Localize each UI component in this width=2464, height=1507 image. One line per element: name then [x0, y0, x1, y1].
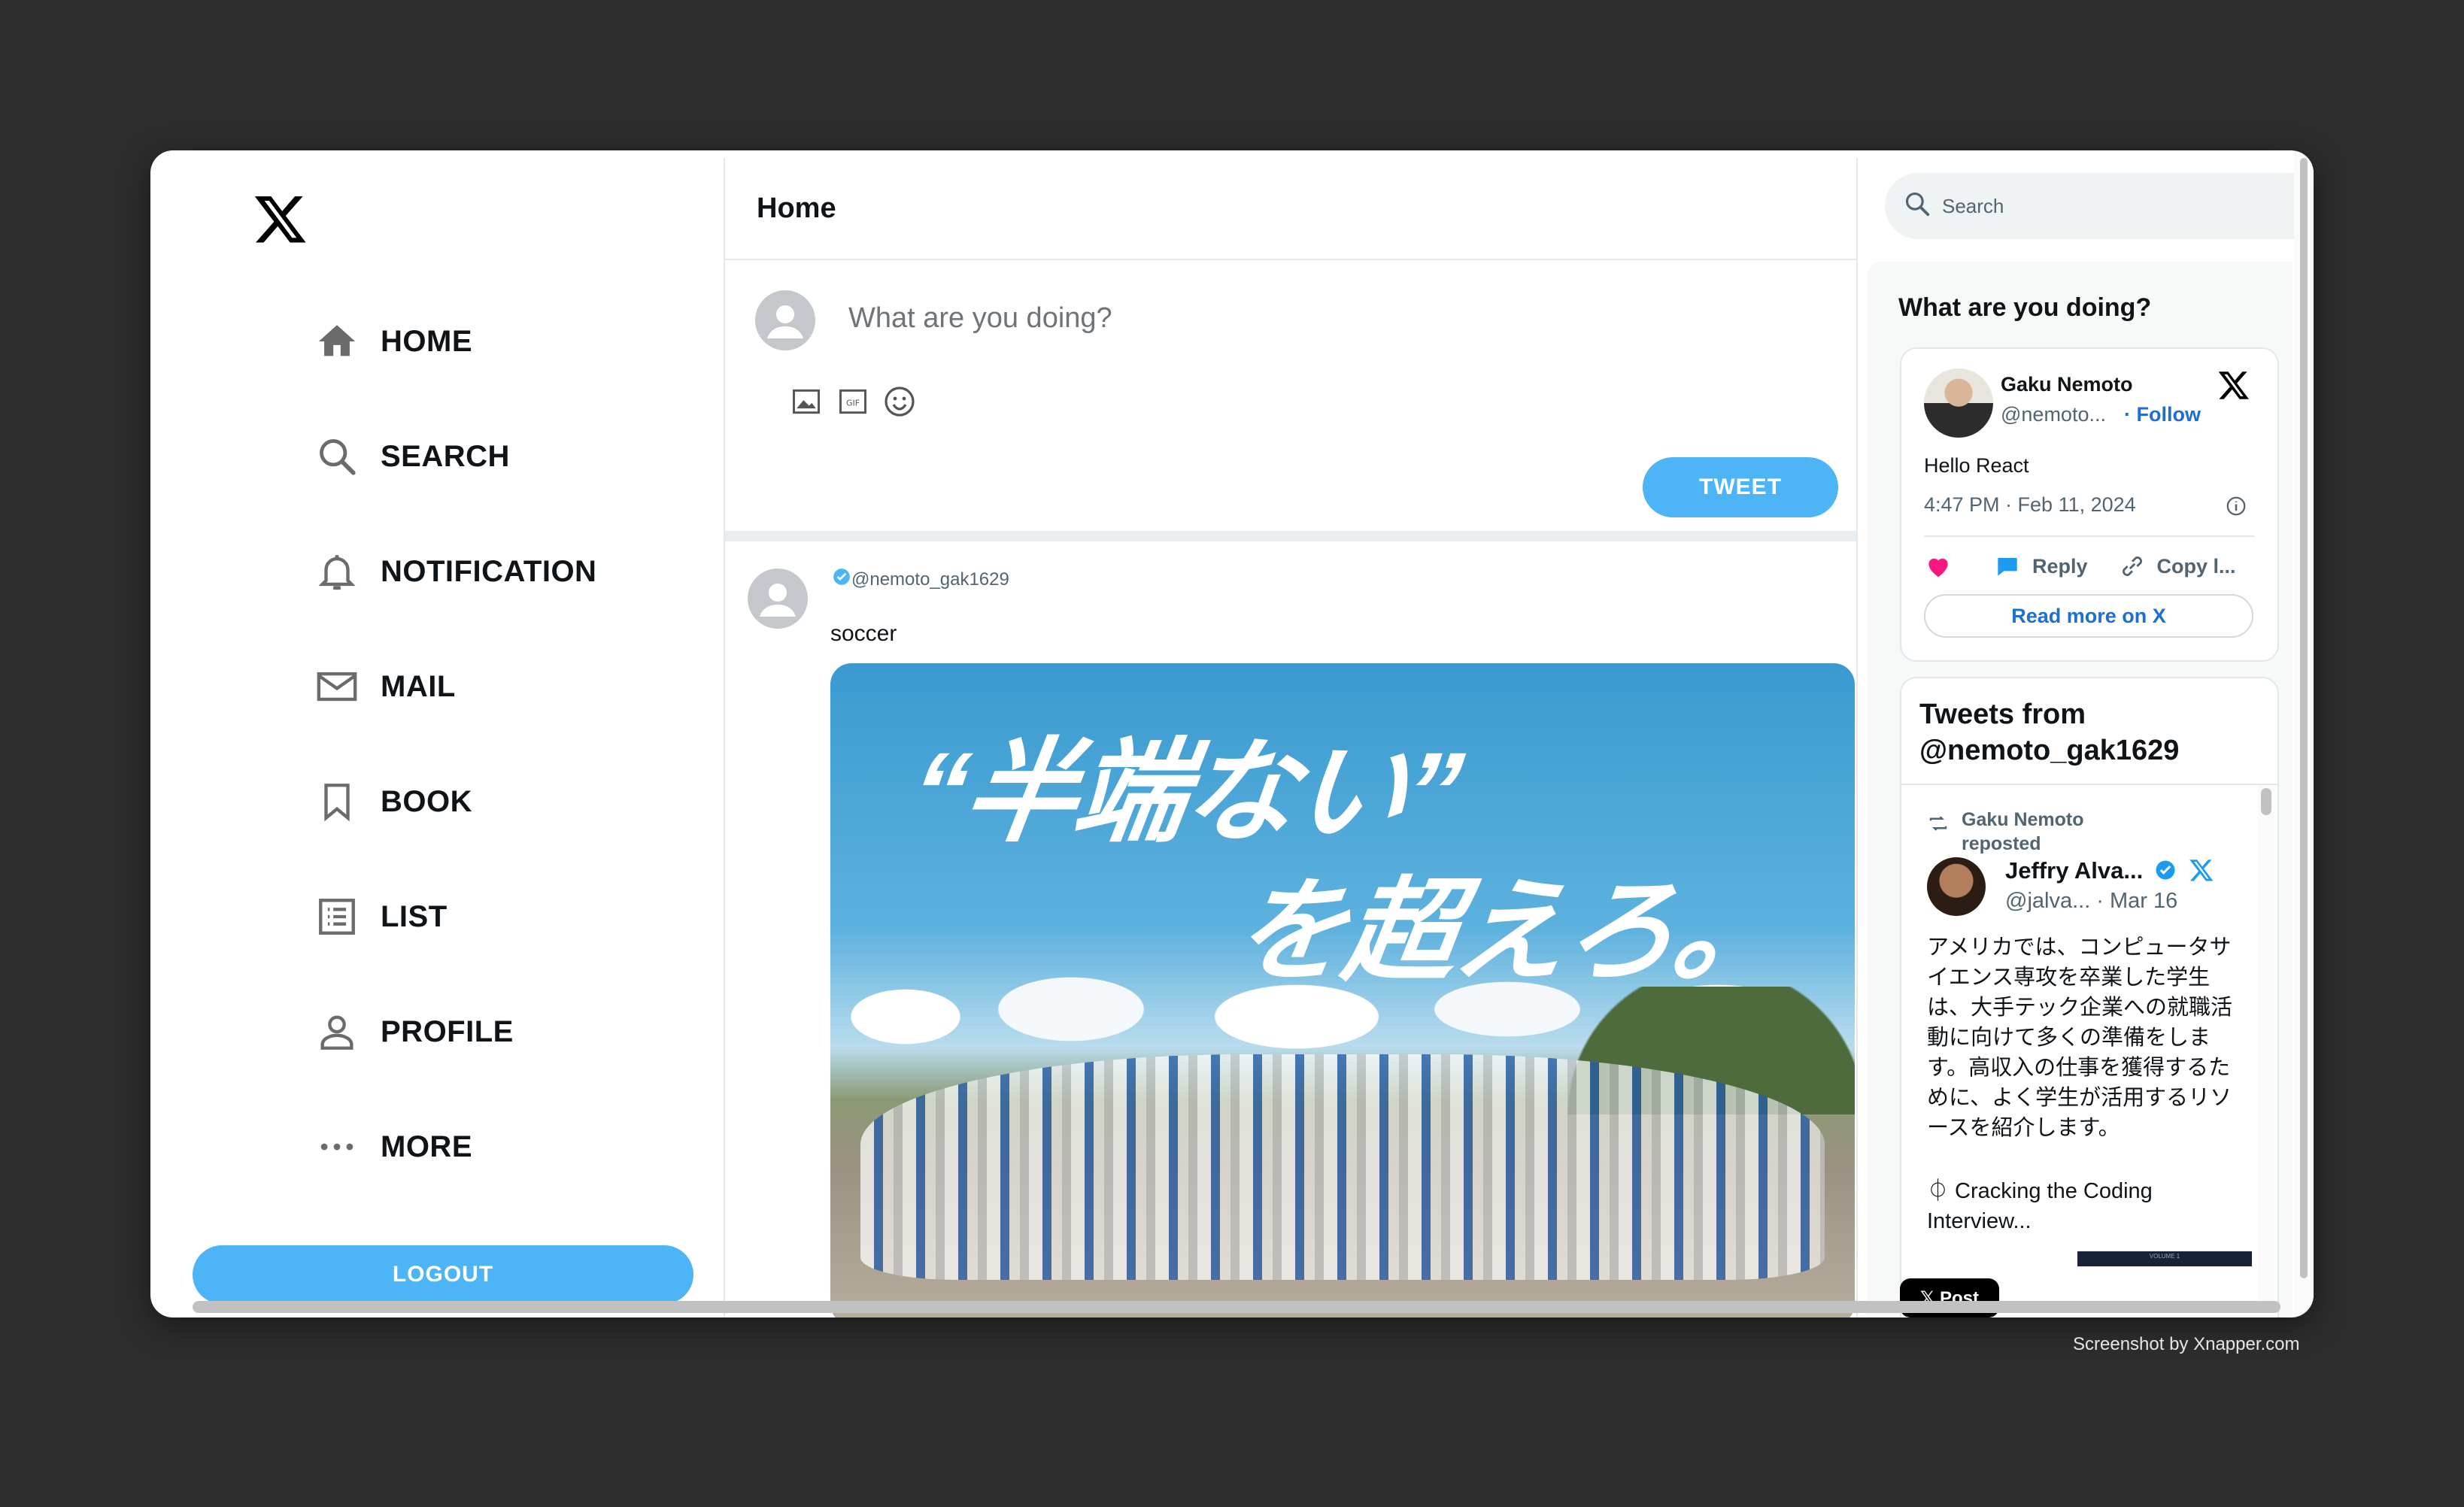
copy-link-label: Copy l... [2156, 554, 2236, 578]
heart-icon [1928, 558, 1948, 578]
bookmark-icon [314, 779, 360, 824]
embedded-tweet[interactable]: Gaku Nemoto @nemoto... · Follow Hello Re… [1900, 347, 2279, 662]
tweet-input[interactable]: What are you doing? [848, 302, 1112, 335]
list-icon [314, 894, 360, 939]
more-icon [314, 1124, 360, 1169]
nav-more-label: MORE [381, 1129, 472, 1163]
follow-link[interactable]: · Follow [2124, 403, 2201, 426]
x-logo-icon[interactable] [253, 191, 308, 247]
right-sidebar: Search What are you doing? Gaku Nemoto @… [1855, 150, 2314, 1317]
tl-author-name-text: Jeffry Alva... [2005, 857, 2144, 884]
nav-profile[interactable]: PROFILE [314, 995, 596, 1069]
nav-book-label: BOOK [381, 784, 472, 818]
tl-author-meta[interactable]: @jalva... · Mar 16 [2005, 889, 2177, 914]
embed-text: Hello React [1924, 454, 2029, 477]
embed-actions: Reply Copy l... [1924, 552, 2270, 581]
repost-icon [1927, 812, 1950, 838]
right-heading: What are you doing? [1898, 293, 2152, 322]
x-logo-icon[interactable] [2217, 368, 2250, 402]
mail-icon [314, 664, 360, 709]
nav-more[interactable]: MORE [314, 1110, 596, 1184]
embed-author-name[interactable]: Gaku Nemoto [2001, 373, 2133, 396]
verified-badge-icon [832, 567, 851, 592]
embed-timestamp[interactable]: 4:47 PM · Feb 11, 2024 [1924, 493, 2136, 517]
nav-search-label: SEARCH [381, 439, 510, 473]
user-avatar [755, 290, 815, 350]
main-timeline: Home What are you doing? GIF TWEET @nemo… [724, 158, 1858, 1317]
timeline-title: Tweets from @nemoto_gak1629 [1919, 699, 2180, 766]
post-handle-text: @nemoto_gak1629 [851, 569, 1009, 590]
search-placeholder: Search [1942, 194, 2004, 217]
post-text: soccer [830, 621, 897, 646]
verified-badge-icon [2156, 860, 2175, 880]
like-button[interactable] [1924, 552, 1963, 581]
nav-home[interactable]: HOME [314, 305, 596, 378]
embed-avatar[interactable] [1924, 368, 1993, 438]
reply-button[interactable]: Reply [1993, 552, 2088, 581]
bell-icon [314, 549, 360, 594]
tweet-composer: What are you doing? GIF TWEET [725, 260, 1856, 541]
image-icon[interactable] [788, 384, 824, 420]
post-handle[interactable]: @nemoto_gak1629 [832, 567, 1009, 592]
nav-mail-label: MAIL [381, 669, 456, 703]
emoji-icon[interactable] [882, 384, 918, 420]
nav-list[interactable]: LIST [314, 880, 596, 954]
horizontal-scrollbar[interactable] [193, 1301, 2280, 1313]
search-icon [1903, 190, 1931, 223]
scrollbar-thumb[interactable] [2261, 788, 2271, 815]
tl-tweet-link[interactable]: ⏀ Cracking the Coding Interview... [1927, 1176, 2243, 1236]
nav-book[interactable]: BOOK [314, 765, 596, 838]
left-sidebar: HOME SEARCH NOTIFICATION MAIL BOOK LIST … [150, 150, 724, 1317]
image-team-crowd [860, 1054, 1825, 1280]
svg-text:GIF: GIF [846, 399, 860, 408]
tl-author-avatar[interactable] [1927, 857, 1986, 916]
profile-icon [314, 1009, 360, 1054]
main-nav: HOME SEARCH NOTIFICATION MAIL BOOK LIST … [314, 305, 596, 1225]
composer-tools: GIF [788, 384, 918, 420]
tl-author-name[interactable]: Jeffry Alva... [2005, 857, 2214, 884]
nav-list-label: LIST [381, 899, 448, 933]
reply-bubble-icon [1998, 557, 2017, 576]
nav-mail[interactable]: MAIL [314, 650, 596, 723]
embedded-timeline: Tweets from @nemoto_gak1629 Gaku Nemoto … [1900, 677, 2279, 1317]
embed-author-handle[interactable]: @nemoto... [2001, 403, 2106, 426]
screenshot-credit: Screenshot by Xnapper.com [2073, 1334, 2300, 1354]
search-icon [314, 434, 360, 479]
search-input[interactable]: Search [1885, 173, 2296, 239]
info-icon[interactable] [2225, 495, 2247, 517]
post-avatar[interactable] [748, 569, 808, 629]
copy-link-button[interactable]: Copy l... [2118, 552, 2236, 581]
repost-label: Gaku Nemoto reposted [1962, 809, 2084, 854]
read-more-button[interactable]: Read more on X [1924, 594, 2253, 638]
tweet-button[interactable]: TWEET [1643, 457, 1838, 517]
nav-notification-label: NOTIFICATION [381, 554, 597, 588]
timeline-scroll-area[interactable]: Gaku Nemoto reposted Jeffry Alva... @jal… [1901, 785, 2255, 1266]
link-icon [2122, 556, 2142, 576]
browser-window: HOME SEARCH NOTIFICATION MAIL BOOK LIST … [150, 150, 2314, 1317]
scrollbar-thumb[interactable] [2300, 158, 2308, 1278]
nav-home-label: HOME [381, 324, 472, 358]
page-title: Home [725, 158, 1856, 260]
gif-icon[interactable]: GIF [835, 384, 871, 420]
x-logo-icon [2189, 860, 2214, 881]
post-image[interactable]: “半端ない” を超えろ。 [830, 663, 1855, 1317]
tl-tweet-text: アメリカでは、コンピュータサイエンス専攻を卒業した学生は、大手テック企業への就職… [1927, 935, 2233, 1140]
home-icon [314, 319, 360, 364]
divider [1924, 535, 2255, 537]
nav-profile-label: PROFILE [381, 1014, 514, 1048]
right-scrollbar[interactable] [2294, 150, 2314, 1317]
nav-notification[interactable]: NOTIFICATION [314, 535, 596, 608]
nav-search[interactable]: SEARCH [314, 420, 596, 493]
logout-button[interactable]: LOGOUT [193, 1245, 693, 1304]
tl-link-thumbnail[interactable]: VOLUME 1 [2077, 1251, 2252, 1266]
reply-label: Reply [2032, 554, 2088, 578]
timeline-scrollbar[interactable] [2258, 785, 2274, 1311]
tl-thumb-text: VOLUME 1 [2149, 1253, 2180, 1260]
